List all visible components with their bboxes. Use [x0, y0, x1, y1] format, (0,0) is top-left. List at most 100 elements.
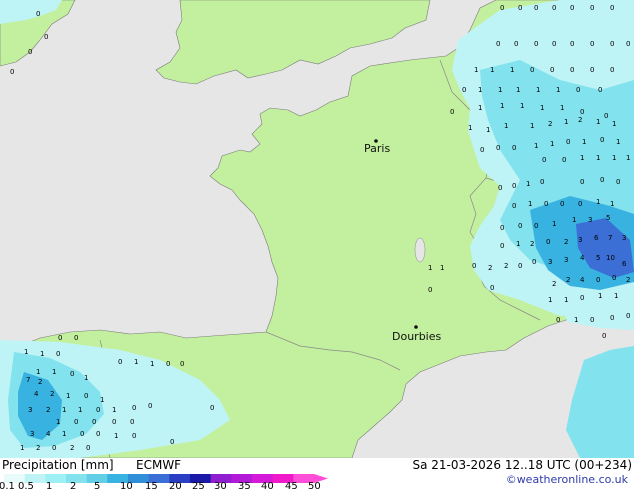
svg-text:0: 0: [498, 184, 502, 192]
svg-text:0: 0: [428, 286, 432, 294]
svg-text:0: 0: [56, 350, 60, 358]
svg-text:0: 0: [44, 33, 48, 41]
svg-text:7: 7: [26, 376, 30, 384]
svg-text:0: 0: [58, 334, 62, 342]
model-name: ECMWF: [136, 458, 182, 472]
svg-text:0: 0: [96, 430, 100, 438]
svg-text:0: 0: [578, 200, 582, 208]
svg-text:0: 0: [580, 108, 584, 116]
svg-text:1: 1: [428, 264, 432, 272]
svg-text:0: 0: [518, 222, 522, 230]
svg-text:0: 0: [542, 156, 546, 164]
svg-text:1: 1: [550, 140, 554, 148]
svg-text:0: 0: [148, 402, 152, 410]
svg-text:0: 0: [80, 430, 84, 438]
svg-text:6: 6: [622, 260, 627, 268]
svg-text:5: 5: [596, 254, 600, 262]
svg-text:1: 1: [582, 138, 586, 146]
svg-text:0: 0: [626, 40, 630, 48]
scale-tick-label: 35: [238, 481, 251, 492]
svg-text:1: 1: [596, 198, 600, 206]
svg-text:1: 1: [468, 124, 472, 132]
svg-text:1: 1: [536, 86, 540, 94]
svg-text:1: 1: [548, 296, 552, 304]
svg-text:0: 0: [92, 418, 96, 426]
svg-text:0: 0: [600, 136, 604, 144]
svg-text:2: 2: [578, 116, 582, 124]
svg-text:0: 0: [512, 182, 516, 190]
scale-tick-label: 45: [285, 481, 298, 492]
svg-text:1: 1: [520, 102, 524, 110]
svg-text:0: 0: [96, 406, 100, 414]
svg-text:4: 4: [580, 276, 585, 284]
svg-text:0: 0: [552, 4, 556, 12]
svg-text:0: 0: [534, 222, 538, 230]
svg-text:0: 0: [590, 66, 594, 74]
svg-text:2: 2: [70, 444, 74, 452]
svg-text:1: 1: [612, 154, 616, 162]
svg-text:2: 2: [530, 240, 534, 248]
city-label-paris: Paris: [364, 142, 390, 155]
svg-text:4: 4: [46, 430, 51, 438]
svg-text:0: 0: [590, 4, 594, 12]
svg-text:1: 1: [20, 444, 24, 452]
svg-text:1: 1: [78, 406, 82, 414]
svg-text:1: 1: [552, 220, 556, 228]
svg-text:0: 0: [210, 404, 214, 412]
svg-text:1: 1: [474, 66, 478, 74]
svg-text:1: 1: [134, 358, 138, 366]
svg-text:0: 0: [532, 258, 536, 266]
svg-text:0: 0: [570, 4, 574, 12]
svg-text:1: 1: [526, 180, 530, 188]
svg-text:1: 1: [534, 142, 538, 150]
svg-text:0: 0: [610, 40, 614, 48]
lake: [414, 237, 426, 263]
svg-text:1: 1: [572, 216, 576, 224]
svg-text:0: 0: [596, 276, 600, 284]
datetime-label: Sa 21-03-2026 12..18 UTC (00+234): [412, 458, 632, 472]
svg-text:6: 6: [594, 234, 599, 242]
svg-text:2: 2: [564, 238, 568, 246]
svg-text:1: 1: [574, 316, 578, 324]
svg-text:1: 1: [478, 104, 482, 112]
svg-text:1: 1: [616, 138, 620, 146]
scale-tick-label: 40: [261, 481, 274, 492]
svg-text:0: 0: [580, 178, 584, 186]
svg-text:1: 1: [62, 406, 66, 414]
svg-text:2: 2: [50, 390, 54, 398]
svg-text:4: 4: [580, 254, 585, 262]
svg-text:0: 0: [132, 432, 136, 440]
svg-text:1: 1: [598, 292, 602, 300]
svg-text:1: 1: [530, 122, 534, 130]
svg-text:3: 3: [548, 258, 552, 266]
svg-text:3: 3: [30, 430, 34, 438]
scale-tick-label: 50: [308, 481, 321, 492]
svg-text:0: 0: [600, 176, 604, 184]
svg-text:0: 0: [74, 334, 78, 342]
svg-text:1: 1: [36, 368, 40, 376]
svg-text:0: 0: [560, 200, 564, 208]
svg-text:1: 1: [24, 348, 28, 356]
svg-text:0: 0: [610, 314, 614, 322]
svg-text:0: 0: [112, 418, 116, 426]
svg-text:0: 0: [512, 202, 516, 210]
svg-text:0: 0: [550, 66, 554, 74]
scale-tick-label: 0.1: [0, 481, 15, 492]
precip-color-scale: [4, 474, 328, 483]
svg-text:0: 0: [556, 316, 560, 324]
svg-text:0: 0: [604, 112, 608, 120]
svg-text:0: 0: [562, 156, 566, 164]
scale-tick-label: 1: [46, 481, 53, 492]
svg-text:0: 0: [610, 66, 614, 74]
svg-text:0: 0: [518, 262, 522, 270]
svg-text:2: 2: [566, 276, 570, 284]
svg-text:4: 4: [34, 390, 39, 398]
svg-text:1: 1: [504, 122, 508, 130]
svg-text:1: 1: [114, 432, 118, 440]
svg-text:0: 0: [28, 48, 32, 56]
svg-text:1: 1: [40, 350, 44, 358]
svg-text:0: 0: [450, 108, 454, 116]
svg-text:0: 0: [496, 40, 500, 48]
svg-text:2: 2: [46, 406, 50, 414]
svg-text:1: 1: [528, 200, 532, 208]
